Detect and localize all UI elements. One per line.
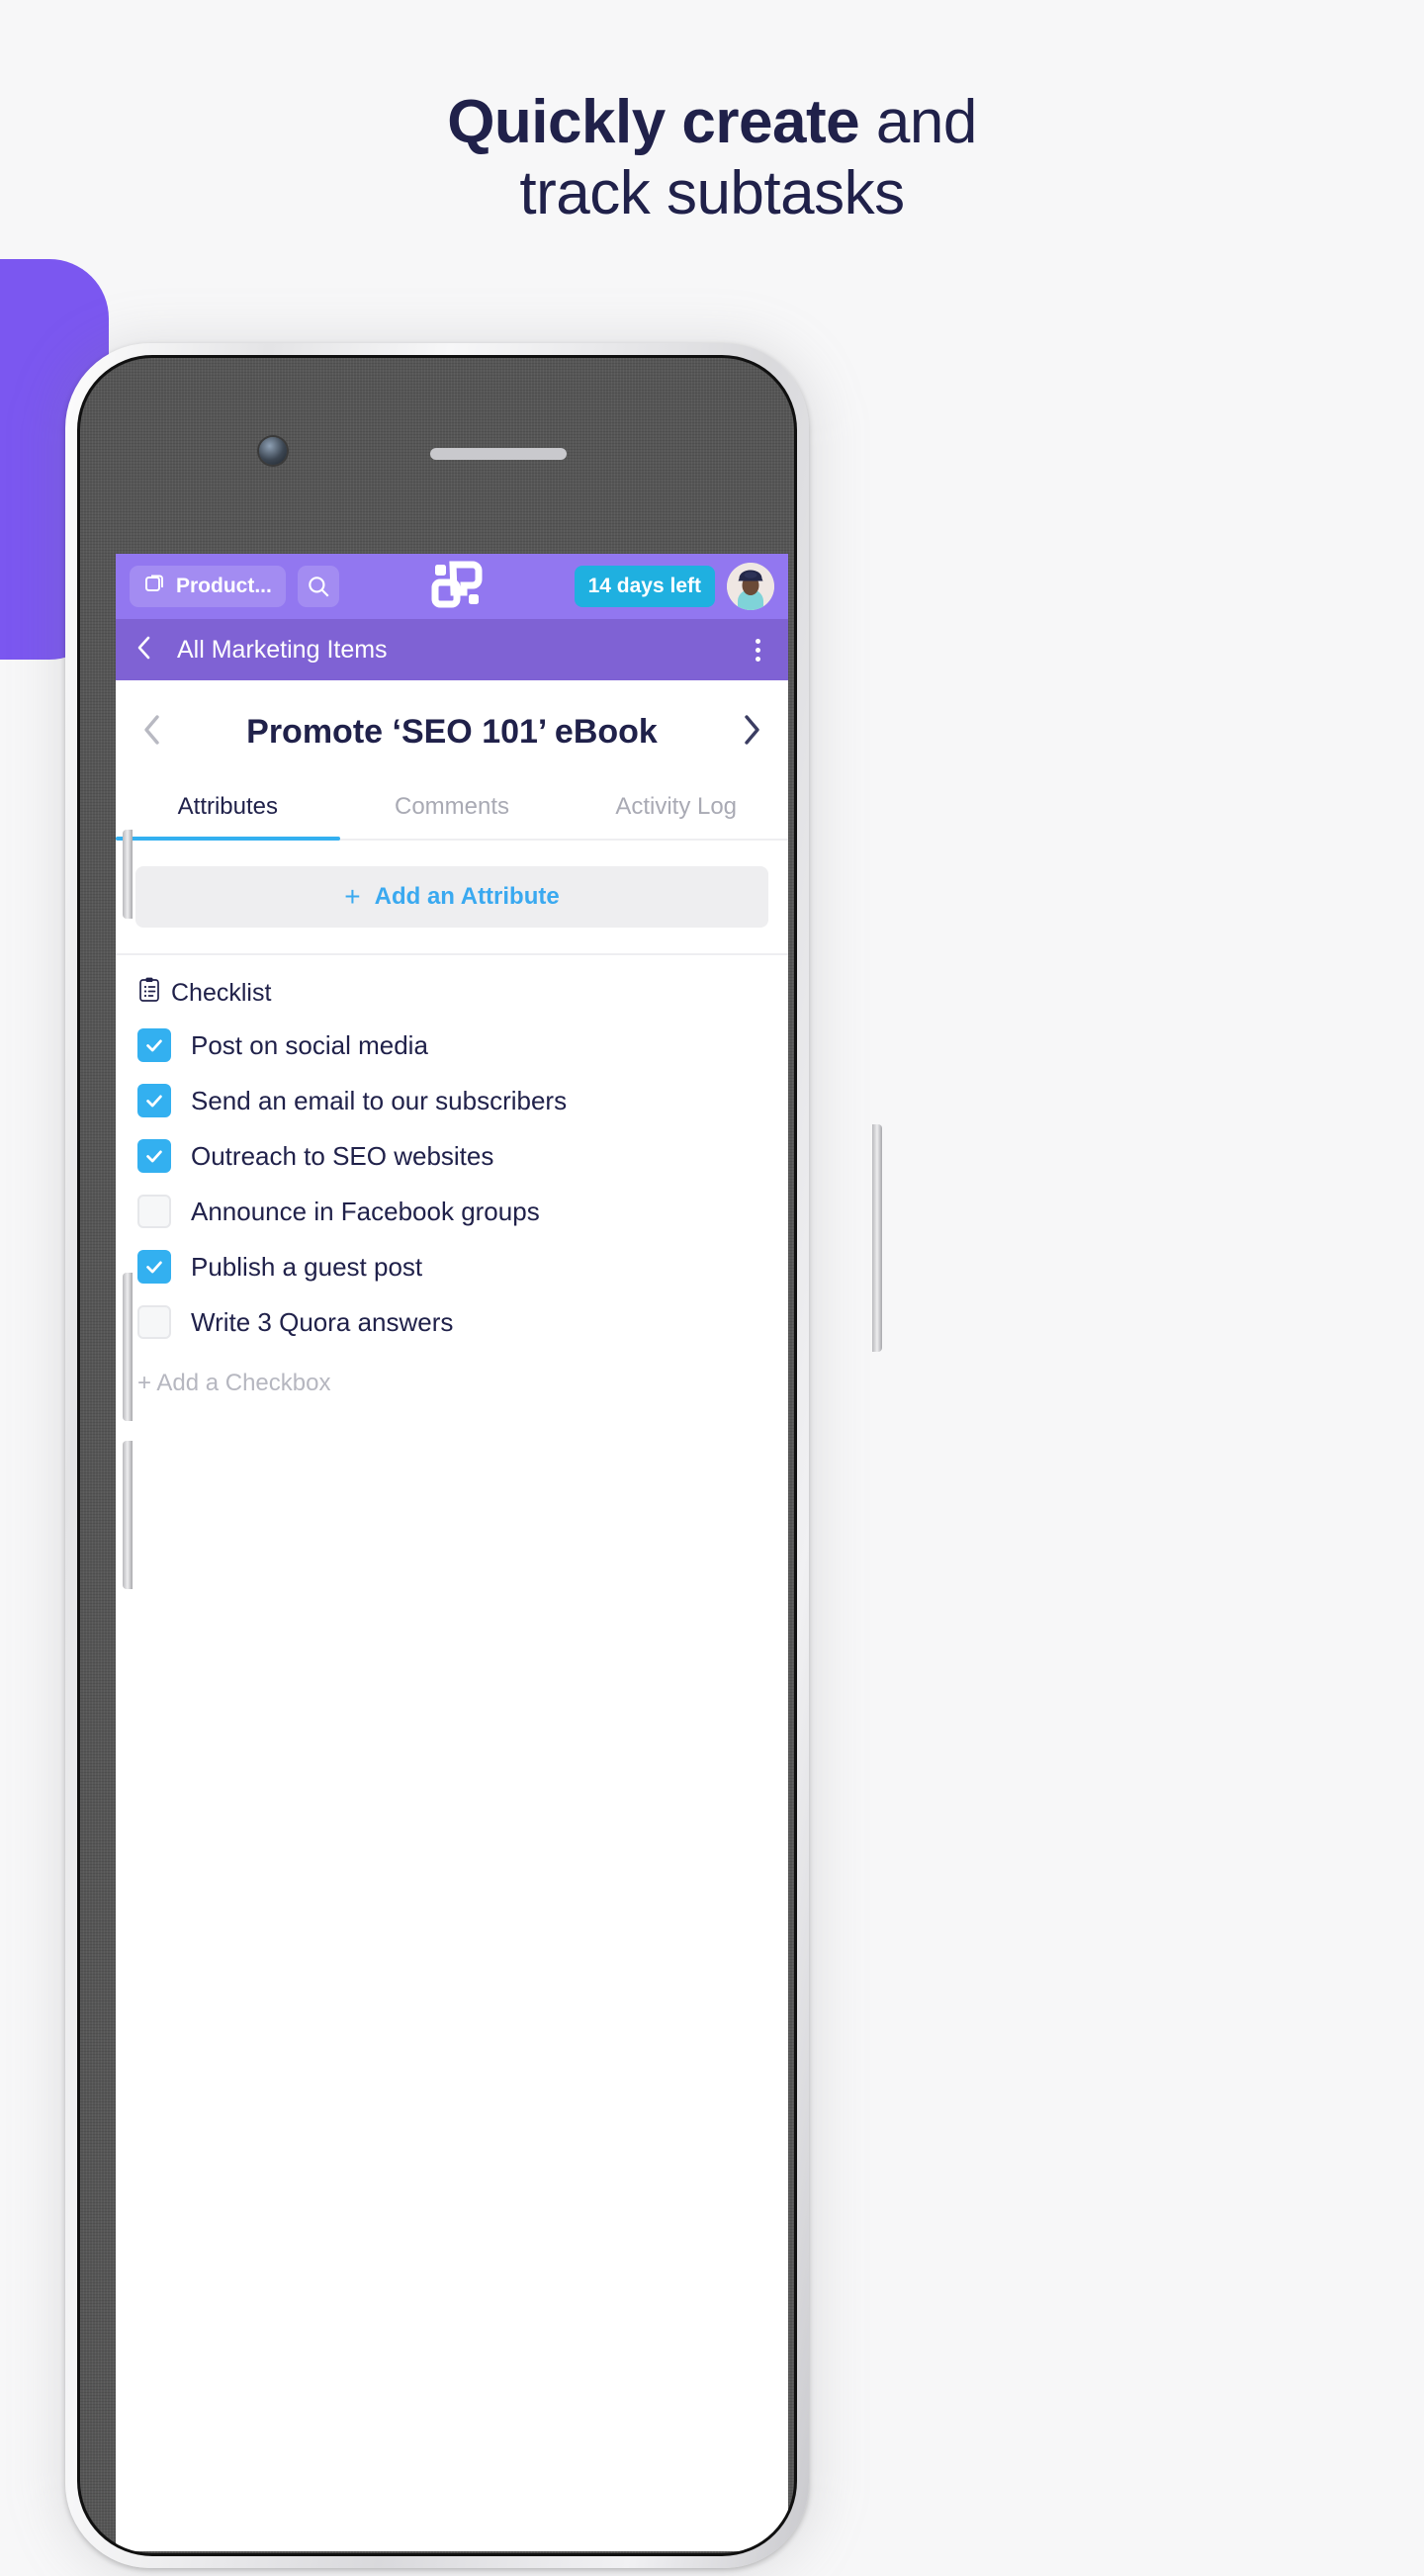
headline-line-2: track subtasks bbox=[519, 158, 905, 227]
workspace-chip-label: Product... bbox=[176, 575, 272, 597]
list-item[interactable]: Announce in Facebook groups bbox=[116, 1184, 788, 1239]
app-logo-icon bbox=[431, 561, 483, 608]
list-item[interactable]: Send an email to our subscribers bbox=[116, 1073, 788, 1128]
mute-switch[interactable] bbox=[123, 830, 133, 919]
list-item-label: Outreach to SEO websites bbox=[191, 1140, 494, 1171]
page-headline: Quickly create and track subtasks bbox=[0, 87, 1424, 229]
page-title: Promote ‘SEO 101’ eBook bbox=[246, 712, 658, 751]
checkbox-checked[interactable] bbox=[137, 1250, 171, 1284]
add-attribute-label: Add an Attribute bbox=[374, 883, 560, 910]
tab-attributes[interactable]: Attributes bbox=[116, 783, 340, 841]
avatar[interactable] bbox=[727, 563, 774, 610]
tab-activity-log[interactable]: Activity Log bbox=[564, 783, 788, 839]
earpiece-speaker-icon bbox=[430, 448, 567, 460]
phone-bezel: Product... 14 days left All Marketing It… bbox=[77, 355, 797, 2556]
search-icon[interactable] bbox=[297, 566, 339, 607]
volume-down-button[interactable] bbox=[123, 1441, 133, 1589]
checkbox-checked[interactable] bbox=[137, 1084, 171, 1117]
task-header: Promote ‘SEO 101’ eBook bbox=[116, 680, 788, 783]
add-checkbox-button[interactable]: + Add a Checkbox bbox=[116, 1350, 788, 1397]
app-logo bbox=[351, 561, 563, 612]
sub-bar-title: All Marketing Items bbox=[177, 635, 388, 664]
task-tabs: Attributes Comments Activity Log bbox=[116, 783, 788, 841]
trial-days-badge[interactable]: 14 days left bbox=[574, 566, 715, 607]
app-sub-bar: All Marketing Items bbox=[116, 619, 788, 680]
checkbox-unchecked[interactable] bbox=[137, 1195, 171, 1228]
list-item[interactable]: Publish a guest post bbox=[116, 1239, 788, 1294]
app-screen: Product... 14 days left All Marketing It… bbox=[116, 554, 788, 2551]
power-button[interactable] bbox=[872, 1124, 882, 1352]
kebab-menu-icon[interactable] bbox=[746, 633, 770, 667]
list-item[interactable]: Outreach to SEO websites bbox=[116, 1128, 788, 1184]
checkbox-unchecked[interactable] bbox=[137, 1305, 171, 1339]
attributes-section: + Add an Attribute bbox=[116, 841, 788, 953]
back-chevron-icon[interactable] bbox=[134, 633, 155, 667]
list-item-label: Post on social media bbox=[191, 1029, 428, 1060]
list-item[interactable]: Post on social media bbox=[116, 1018, 788, 1073]
checklist-section: Checklist Post on social media Send an e… bbox=[116, 955, 788, 1397]
front-camera-icon bbox=[259, 437, 287, 465]
app-top-bar: Product... 14 days left bbox=[116, 554, 788, 619]
copy-stack-icon bbox=[143, 572, 167, 601]
list-item[interactable]: Write 3 Quora answers bbox=[116, 1294, 788, 1350]
checkbox-checked[interactable] bbox=[137, 1028, 171, 1062]
list-item-label: Send an email to our subscribers bbox=[191, 1085, 568, 1115]
workspace-chip[interactable]: Product... bbox=[130, 566, 286, 607]
next-task-chevron-icon[interactable] bbox=[737, 710, 766, 755]
phone-device: Product... 14 days left All Marketing It… bbox=[65, 343, 882, 2568]
list-item-label: Publish a guest post bbox=[191, 1251, 423, 1282]
headline-rest: and bbox=[859, 88, 977, 156]
checklist-heading: Checklist bbox=[171, 979, 272, 1007]
add-attribute-button[interactable]: + Add an Attribute bbox=[135, 866, 768, 928]
list-item-label: Announce in Facebook groups bbox=[191, 1196, 540, 1226]
checklist-header: Checklist bbox=[116, 977, 788, 1018]
checkbox-checked[interactable] bbox=[137, 1139, 171, 1173]
volume-up-button[interactable] bbox=[123, 1273, 133, 1421]
tab-comments[interactable]: Comments bbox=[340, 783, 565, 839]
plus-icon: + bbox=[344, 881, 361, 912]
headline-strong: Quickly create bbox=[447, 88, 860, 156]
clipboard-list-icon bbox=[137, 977, 161, 1010]
previous-task-chevron-icon[interactable] bbox=[137, 710, 167, 755]
list-item-label: Write 3 Quora answers bbox=[191, 1306, 454, 1337]
